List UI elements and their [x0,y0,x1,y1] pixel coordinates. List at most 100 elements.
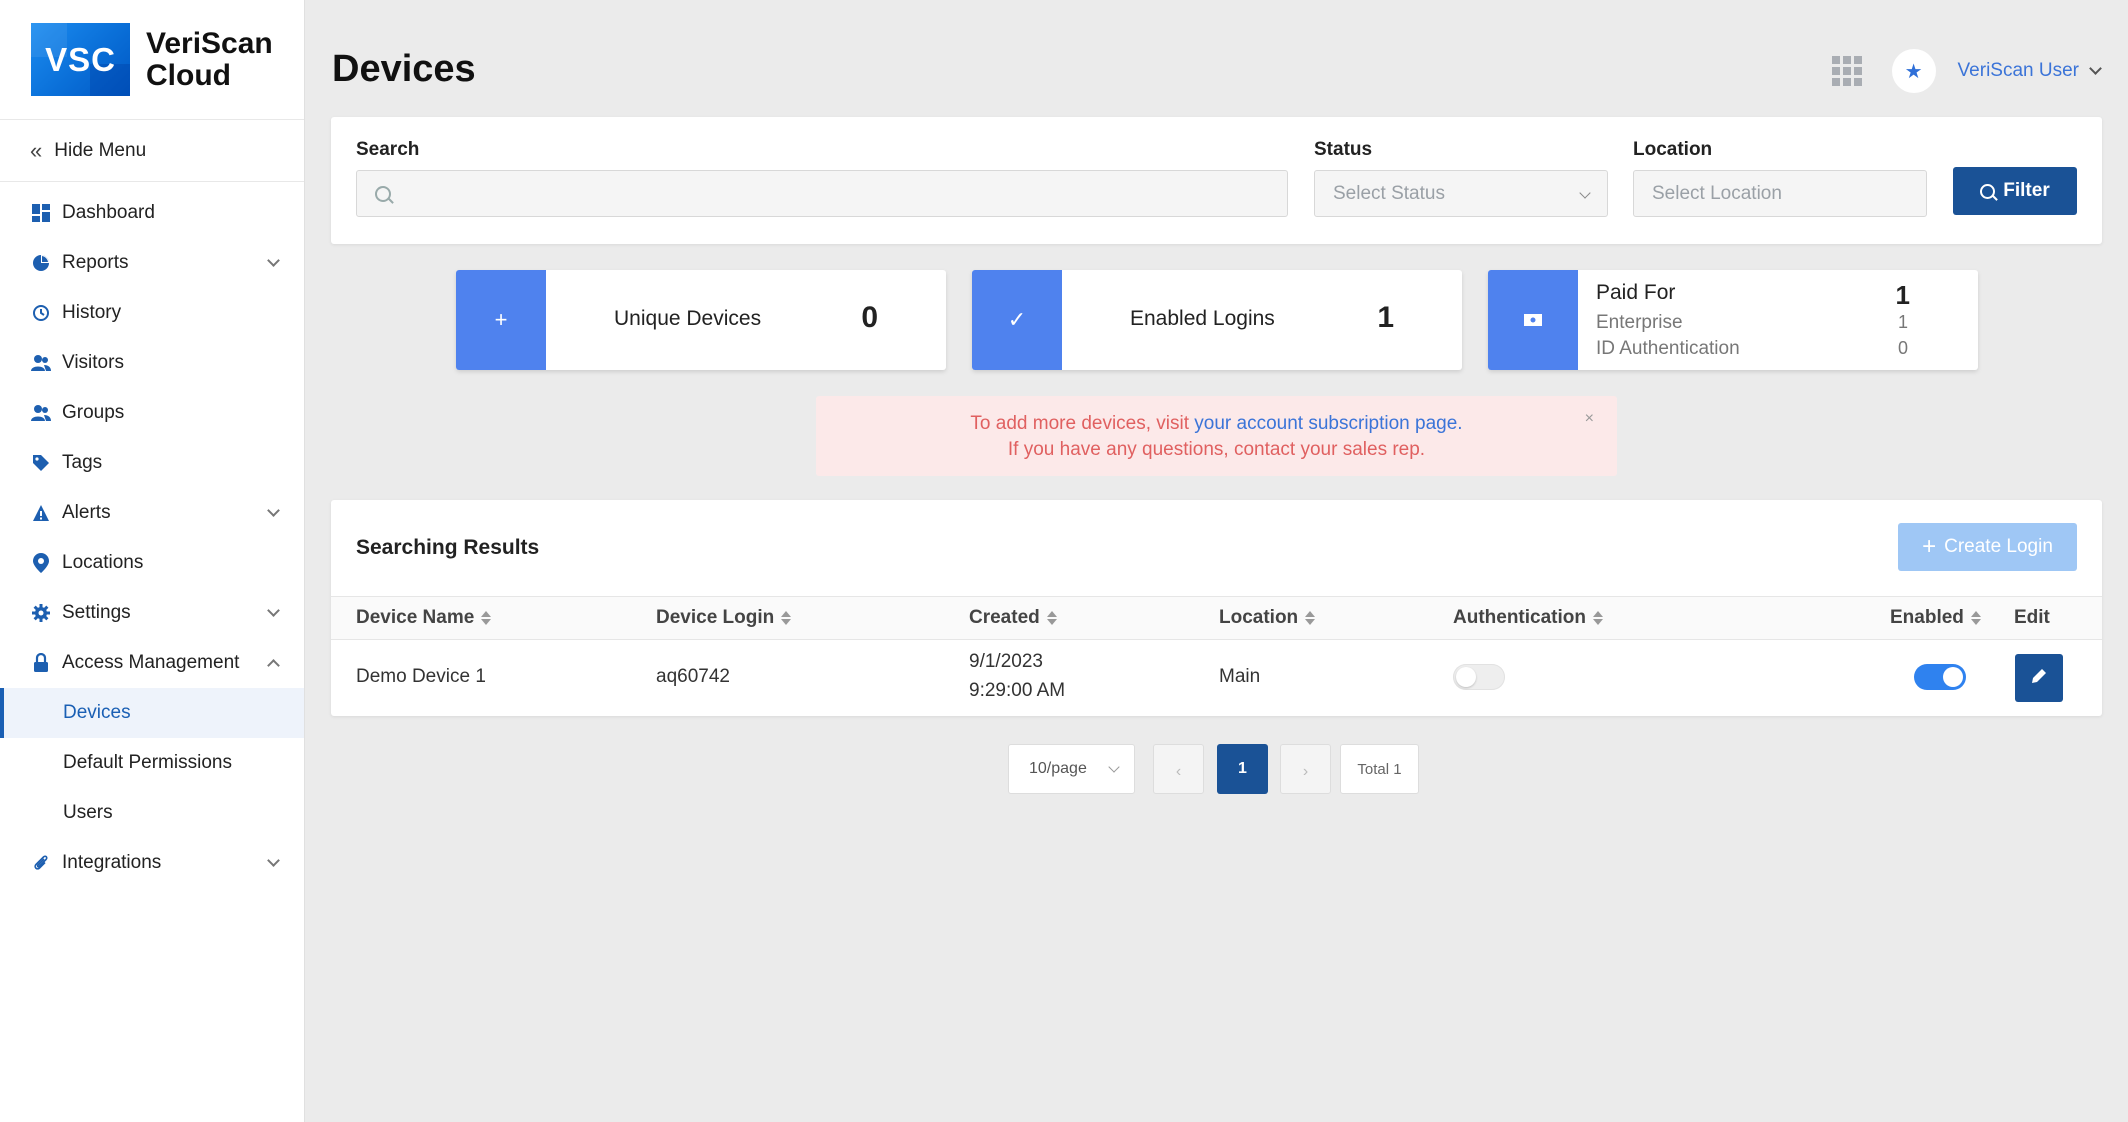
filter-button[interactable]: Filter [1953,167,2077,215]
page-size-select[interactable]: 10/page [1008,744,1135,794]
status-select[interactable]: Select Status [1314,170,1608,217]
edit-button[interactable] [2015,654,2063,702]
sidebar-item-groups[interactable]: Groups [0,388,304,438]
search-input[interactable] [356,170,1288,217]
sort-icon [1970,611,1981,625]
lock-icon [31,653,51,673]
page-size-value: 10/page [1029,760,1087,777]
subscription-page-link[interactable]: your account subscription page. [1194,413,1462,434]
users-icon [31,353,51,373]
chevron-down-icon [267,854,280,867]
plus-icon: + [456,270,546,370]
close-icon[interactable]: × [1585,406,1594,432]
sidebar-item-label: Reports [62,252,129,273]
column-header-device-login[interactable]: Device Login [656,607,792,629]
warning-icon [31,503,51,523]
search-icon [1980,183,1996,199]
hide-menu-label: Hide Menu [54,139,147,161]
double-chevron-left-icon: « [30,137,43,163]
chevron-left-icon: ‹ [1175,763,1182,780]
user-menu[interactable]: VeriScan User [1958,60,2102,82]
cell-created-date: 9/1/2023 [969,651,1043,672]
unique-devices-value: 0 [861,301,878,334]
hide-menu-button[interactable]: « Hide Menu [0,120,304,182]
sidebar-item-label: History [62,302,122,323]
column-header-enabled[interactable]: Enabled [1890,607,1981,629]
column-header-authentication[interactable]: Authentication [1453,607,1603,629]
chevron-down-icon [267,604,280,617]
sidebar-item-alerts[interactable]: Alerts [0,488,304,538]
enabled-logins-label: Enabled Logins [1130,307,1275,330]
location-select[interactable]: Select Location [1633,170,1927,217]
cell-created-time: 9:29:00 AM [969,680,1066,701]
prev-page-button[interactable]: ‹ [1153,744,1204,794]
unique-devices-card: + Unique Devices 0 [456,270,946,370]
search-label: Search [356,139,420,160]
column-header-created[interactable]: Created [969,607,1057,629]
sidebar-item-label: Alerts [62,502,111,523]
alert-text: To add more devices, visit [970,413,1195,434]
chevron-down-icon [267,254,280,267]
sidebar-item-visitors[interactable]: Visitors [0,338,304,388]
sidebar-item-label: Groups [62,402,125,423]
brand-name-line2: Cloud [146,58,231,92]
next-page-button[interactable]: › [1280,744,1331,794]
search-icon [375,185,391,202]
apps-grid-icon[interactable] [1831,56,1862,86]
sidebar-item-history[interactable]: History [0,288,304,338]
star-icon: ★ [1904,60,1923,83]
authentication-toggle[interactable] [1453,664,1505,690]
chevron-down-icon [1579,187,1591,199]
paid-for-enterprise-value: 1 [1897,312,1908,332]
checkmark-icon: ✓ [972,270,1062,370]
status-placeholder: Select Status [1333,182,1445,204]
sidebar-item-reports[interactable]: Reports [0,238,304,288]
sidebar-item-tags[interactable]: Tags [0,438,304,488]
enabled-toggle[interactable] [1914,664,1966,690]
sort-icon [1046,611,1057,625]
sort-icon [1305,611,1316,625]
results-panel: Searching Results + Create Login Device … [331,500,2102,716]
location-pin-icon [31,553,51,573]
plus-icon: + [1922,533,1937,560]
brand-name: VeriScan Cloud [146,27,273,92]
header-actions: ★ VeriScan User [1831,48,2102,94]
page-1-button[interactable]: 1 [1217,744,1268,794]
brand[interactable]: VSC VeriScan Cloud [0,0,304,120]
sidebar-subitem-default-permissions[interactable]: Default Permissions [0,738,304,788]
avatar[interactable]: ★ [1891,49,1936,93]
paid-for-card: Paid For 1 Enterprise 1 ID Authenticatio… [1488,270,1978,370]
sidebar-item-access-management[interactable]: Access Management [0,638,304,688]
chevron-right-icon: › [1302,763,1309,780]
sidebar-nav: Dashboard Reports History Visitors Group… [0,182,304,888]
sidebar-subitem-users[interactable]: Users [0,788,304,838]
tag-icon [31,453,51,473]
chevron-down-icon [1108,761,1120,773]
table-header: Device Name Device Login Created Locatio… [331,596,2102,640]
sidebar-item-settings[interactable]: Settings [0,588,304,638]
pagination-total: Total 1 [1340,744,1419,794]
chevron-down-icon [267,504,280,517]
paid-for-title: Paid For [1596,281,1676,304]
history-icon [31,303,51,323]
column-label: Authentication [1453,607,1586,628]
column-label: Created [969,607,1040,628]
pie-chart-icon [31,253,51,273]
sidebar-item-label: Locations [62,552,144,573]
sidebar-subitem-devices[interactable]: Devices [0,688,304,738]
column-header-device-name[interactable]: Device Name [356,607,492,629]
location-placeholder: Select Location [1652,182,1782,204]
column-label: Device Name [356,607,475,628]
pencil-icon [2029,666,2049,691]
sidebar-item-locations[interactable]: Locations [0,538,304,588]
sidebar-item-integrations[interactable]: Integrations [0,838,304,888]
create-login-button[interactable]: + Create Login [1898,523,2077,571]
sidebar-item-dashboard[interactable]: Dashboard [0,188,304,238]
paid-for-enterprise-label: Enterprise [1596,312,1683,333]
cell-location: Main [1219,666,1261,687]
filter-button-label: Filter [2003,180,2050,201]
column-header-location[interactable]: Location [1219,607,1316,629]
enabled-logins-value: 1 [1377,301,1394,334]
chevron-up-icon [267,659,280,672]
chevron-down-icon [2089,61,2102,75]
